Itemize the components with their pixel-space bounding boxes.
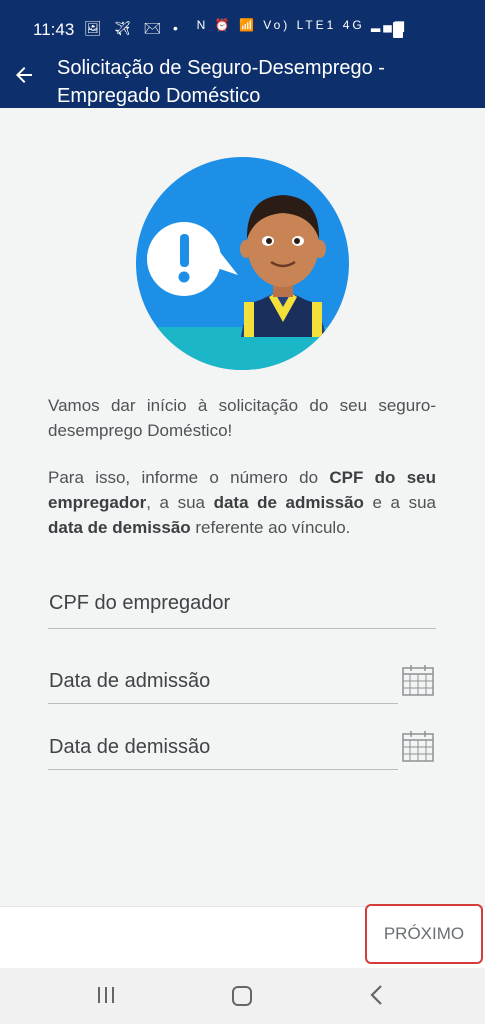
notification-icons: 🖼 ✈ ✉ • <box>84 20 182 36</box>
intro-paragraph-1: Vamos dar início à solicitação do seu se… <box>48 396 436 440</box>
status-time: 11:43 <box>33 20 75 39</box>
intro-paragraph-2: Para isso, informe o número do CPF do se… <box>48 468 436 537</box>
admission-calendar-icon[interactable] <box>402 664 434 701</box>
intro-text: Vamos dar início à solicitação do seu se… <box>48 393 436 562</box>
recent-apps-icon[interactable] <box>96 985 116 1005</box>
highlight-demissao: data de demissão <box>48 518 191 537</box>
dismissal-date-placeholder: Data de demissão <box>49 736 211 758</box>
next-button[interactable]: PRÓXIMO <box>365 904 483 964</box>
admission-date-placeholder: Data de admissão <box>49 670 211 692</box>
hero-illustration <box>136 157 349 370</box>
highlight-admissao: data de admissão <box>213 493 364 512</box>
battery-icon <box>393 22 403 38</box>
cpf-input[interactable]: CPF do empregador <box>48 585 436 629</box>
system-icons: N ⏰ 📶 Vo) LTE1 4G ▂▄▆ <box>196 18 407 32</box>
person-icon <box>240 195 326 337</box>
page-title: Solicitação de Seguro-Desemprego - Empre… <box>57 57 385 107</box>
back-icon[interactable] <box>368 984 386 1006</box>
dismissal-calendar-icon[interactable] <box>402 730 434 767</box>
home-icon[interactable] <box>231 985 253 1007</box>
admission-date-input[interactable]: Data de admissão <box>48 662 398 704</box>
cpf-placeholder: CPF do empregador <box>49 592 231 614</box>
dismissal-date-input[interactable]: Data de demissão <box>48 728 398 770</box>
app-bar: Solicitação de Seguro-Desemprego - Empre… <box>0 57 485 108</box>
system-nav-bar <box>0 968 485 1024</box>
status-bar: 11:43 🖼 ✈ ✉ • N ⏰ 📶 Vo) LTE1 4G ▂▄▆ <box>0 0 485 58</box>
back-arrow-icon[interactable] <box>12 63 36 91</box>
